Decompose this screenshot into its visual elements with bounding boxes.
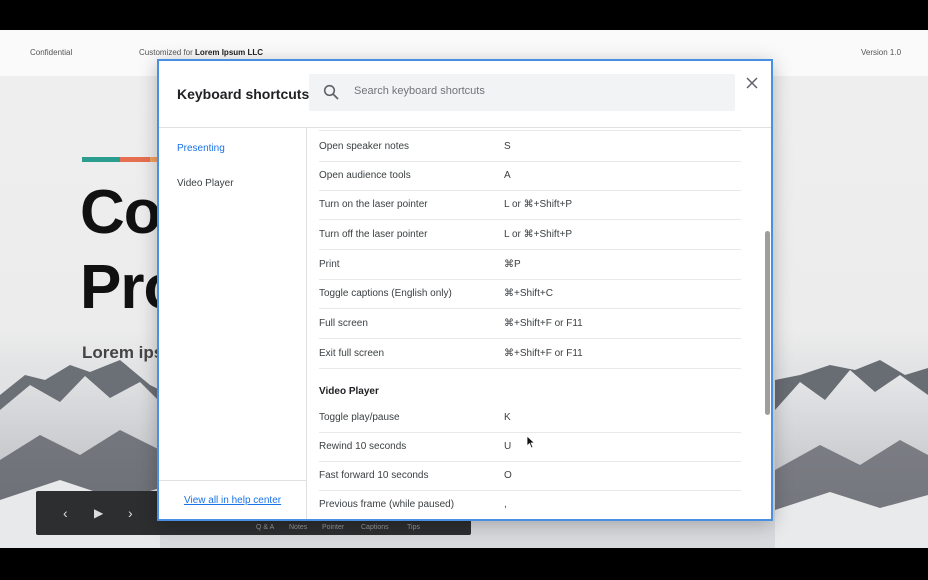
customized-prefix: Customized for — [139, 48, 196, 57]
shortcut-row: Exit full screen ⌘+Shift+F or F11 — [319, 339, 741, 369]
list-top-divider — [319, 130, 741, 131]
notes-button[interactable]: Notes — [289, 524, 307, 531]
previous-slide-button[interactable]: ‹ — [63, 505, 68, 521]
shortcut-keys: ⌘+Shift+C — [504, 288, 553, 299]
shortcut-keys: ⌘P — [504, 259, 521, 270]
customized-for-label: Customized for Lorem Ipsum LLC — [139, 48, 263, 57]
accent-line — [82, 149, 162, 162]
shortcut-name: Turn on the laser pointer — [319, 199, 428, 210]
shortcut-keys: L or ⌘+Shift+P — [504, 199, 572, 210]
scrollbar-thumb[interactable] — [765, 231, 770, 415]
shortcut-keys: O — [504, 470, 512, 481]
dialog-title: Keyboard shortcuts — [177, 86, 310, 102]
shortcut-name: Fast forward 10 seconds — [319, 470, 429, 481]
captions-button[interactable]: Captions — [361, 524, 389, 531]
shortcut-name: Rewind 10 seconds — [319, 441, 407, 452]
screen-frame: Confidential Customized for Lorem Ipsum … — [0, 0, 928, 580]
shortcut-row: Turn on the laser pointer L or ⌘+Shift+P — [319, 190, 741, 220]
shortcut-keys: L or ⌘+Shift+P — [504, 229, 572, 240]
accent-segment-orange — [120, 157, 150, 162]
qa-button[interactable]: Q & A — [256, 524, 274, 531]
version-label: Version 1.0 — [861, 48, 902, 57]
shortcut-name: Exit full screen — [319, 348, 385, 359]
shortcut-row: Open speaker notes S — [319, 132, 741, 162]
shortcut-name: Print — [319, 259, 340, 270]
shortcuts-list: Open speaker notes S Open audience tools A… — [308, 128, 771, 519]
shortcut-name: Full screen — [319, 318, 368, 329]
shortcut-row: Fast forward 10 seconds O — [319, 461, 741, 491]
slide-subtitle: Lorem ips — [82, 343, 164, 362]
confidential-label: Confidential — [30, 48, 73, 57]
shortcut-name: Open speaker notes — [319, 141, 410, 152]
search-icon — [323, 84, 339, 100]
shortcut-name: Turn off the laser pointer — [319, 229, 428, 240]
shortcut-row: Open audience tools A — [319, 161, 741, 191]
accent-segment-teal — [82, 157, 120, 162]
keyboard-shortcuts-dialog: Keyboard shortcuts Presenting Video Play… — [157, 59, 773, 521]
pointer-button[interactable]: Pointer — [322, 524, 344, 531]
video-player-section-title: Video Player — [319, 386, 379, 397]
search-input[interactable] — [354, 85, 714, 97]
close-icon[interactable] — [744, 75, 760, 91]
slide-title-line1: Co — [80, 178, 162, 247]
shortcut-name: Toggle play/pause — [319, 412, 400, 423]
shortcut-categories-sidebar: Presenting Video Player View all in help… — [159, 128, 307, 519]
company-name: Lorem Ipsum LLC — [195, 48, 264, 57]
shortcut-keys: , — [504, 499, 507, 510]
shortcut-name: Toggle captions (English only) — [319, 288, 452, 299]
shortcut-row: Print ⌘P — [319, 250, 741, 280]
shortcut-row: Previous frame (while paused), — [319, 490, 741, 519]
play-button[interactable]: ▶ — [94, 506, 103, 520]
help-center-link[interactable]: View all in help center — [184, 495, 281, 506]
mouse-cursor-icon — [526, 435, 536, 449]
shortcut-name: Open audience tools — [319, 170, 411, 181]
shortcut-row: Toggle play/pause K — [319, 403, 741, 433]
shortcut-keys: ⌘+Shift+F or F11 — [504, 348, 583, 359]
search-box[interactable] — [309, 74, 735, 111]
sidebar-item-presenting[interactable]: Presenting — [177, 143, 225, 154]
shortcut-name: Previous frame (while paused) — [319, 499, 455, 510]
shortcut-keys: K — [504, 412, 511, 423]
shortcut-keys: U — [504, 441, 512, 452]
sidebar-item-video-player[interactable]: Video Player — [177, 178, 234, 189]
tips-button[interactable]: Tips — [407, 524, 420, 531]
shortcut-keys: ⌘+Shift+F or F11 — [504, 318, 583, 329]
shortcut-row: Full screen ⌘+Shift+F or F11 — [319, 309, 741, 339]
sidebar-footer-divider — [159, 480, 306, 481]
shortcut-keys: A — [504, 170, 511, 181]
next-slide-button[interactable]: › — [128, 505, 133, 521]
shortcut-row: Turn off the laser pointer L or ⌘+Shift+P — [319, 220, 741, 250]
shortcut-keys: S — [504, 141, 511, 152]
shortcut-row: Toggle captions (English only) ⌘+Shift+C — [319, 279, 741, 309]
